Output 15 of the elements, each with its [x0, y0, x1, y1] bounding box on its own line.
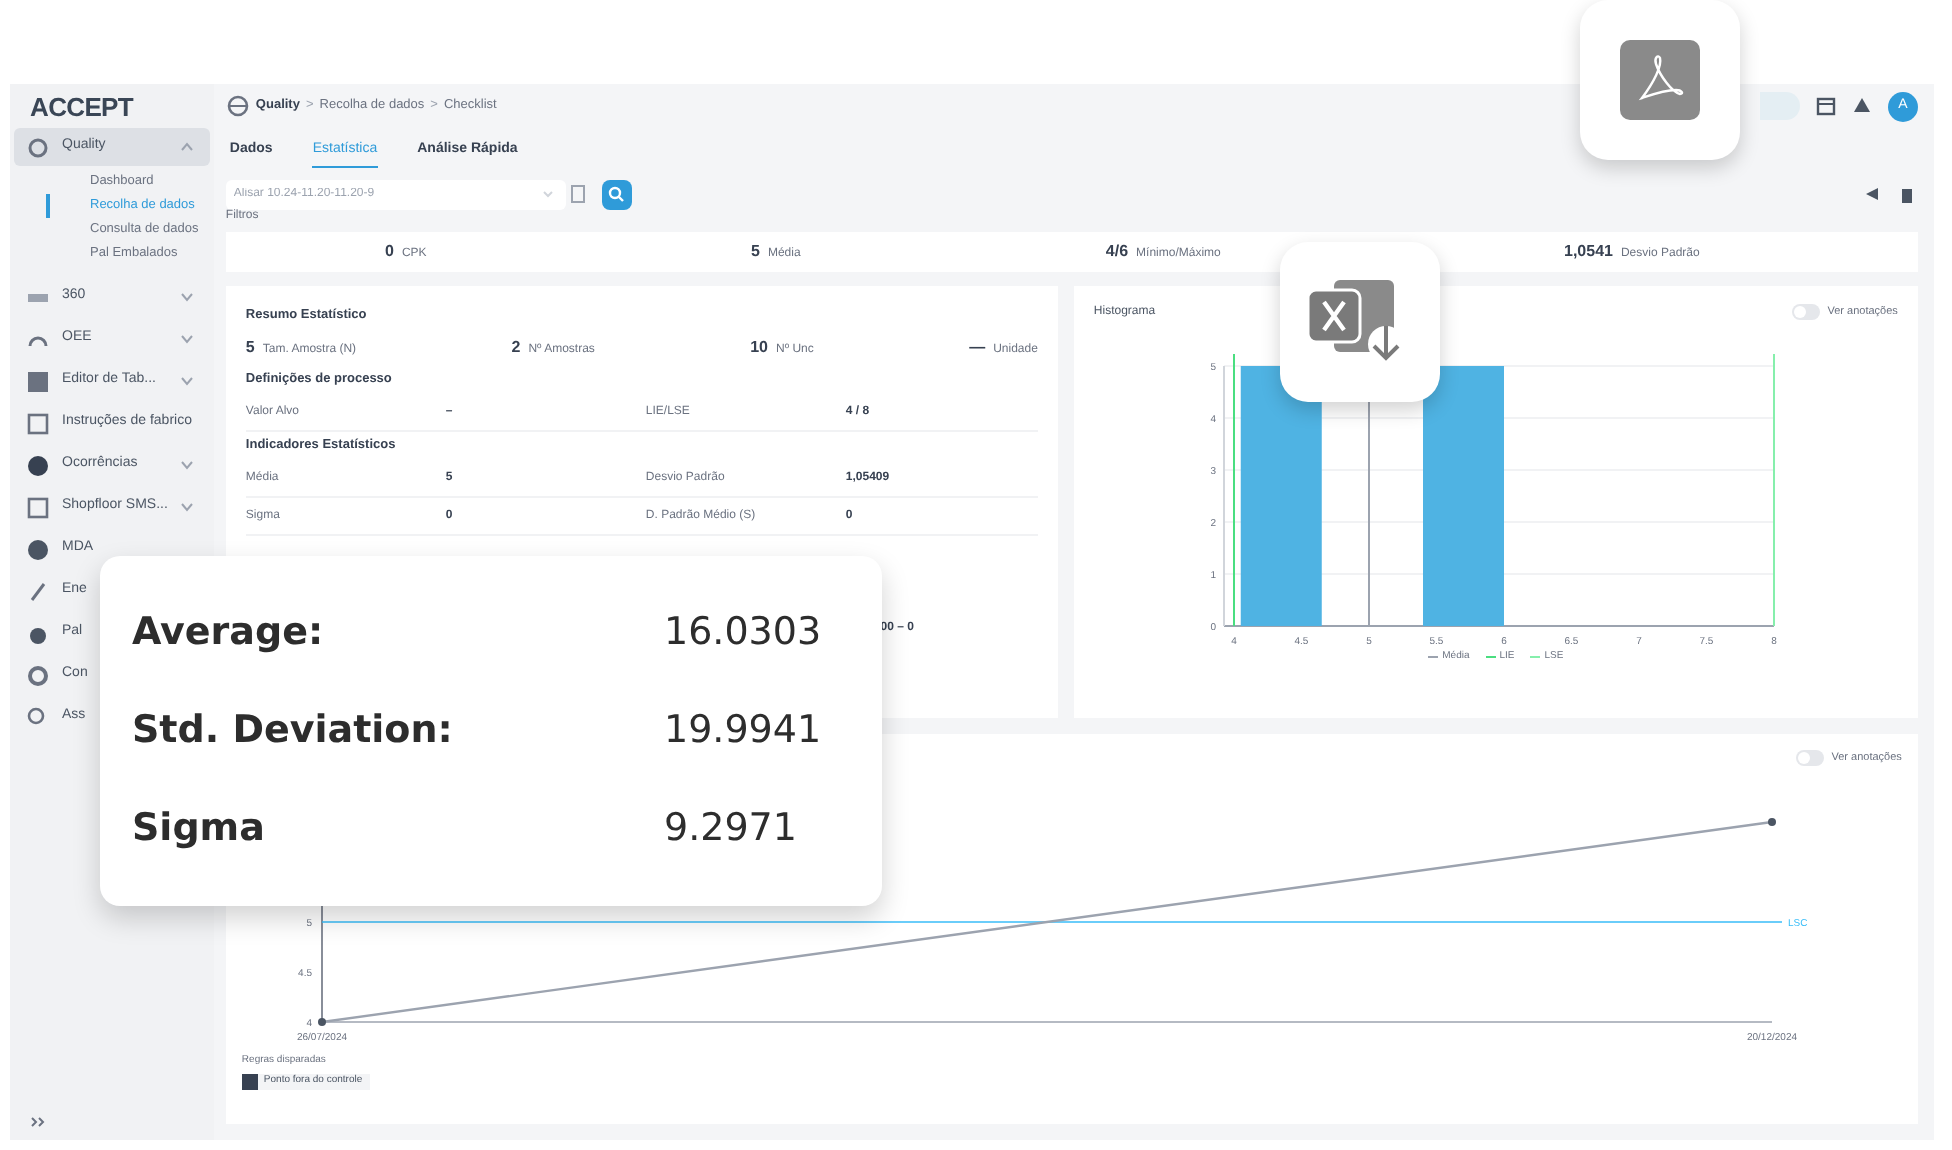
stat-value: 5 [751, 240, 760, 264]
count-value: 2 [511, 336, 521, 360]
stat-value: 9.2971 [664, 804, 797, 855]
count-value: 10 [750, 336, 768, 360]
stat-label: Average: [132, 608, 326, 659]
stat-value: 4/6 [1105, 240, 1129, 264]
stat-value: 1,0541 [1564, 240, 1613, 264]
stat-value: 0 [385, 240, 394, 264]
stat-value: 16.0303 [664, 608, 822, 659]
count-value: 5 [245, 336, 255, 360]
stat-value: 19.9941 [664, 706, 822, 757]
stat-label: Sigma [132, 804, 267, 855]
logo: ACCEPT [30, 90, 133, 127]
count-value: — [969, 336, 986, 360]
stat-label: Std. Deviation: [132, 706, 455, 757]
